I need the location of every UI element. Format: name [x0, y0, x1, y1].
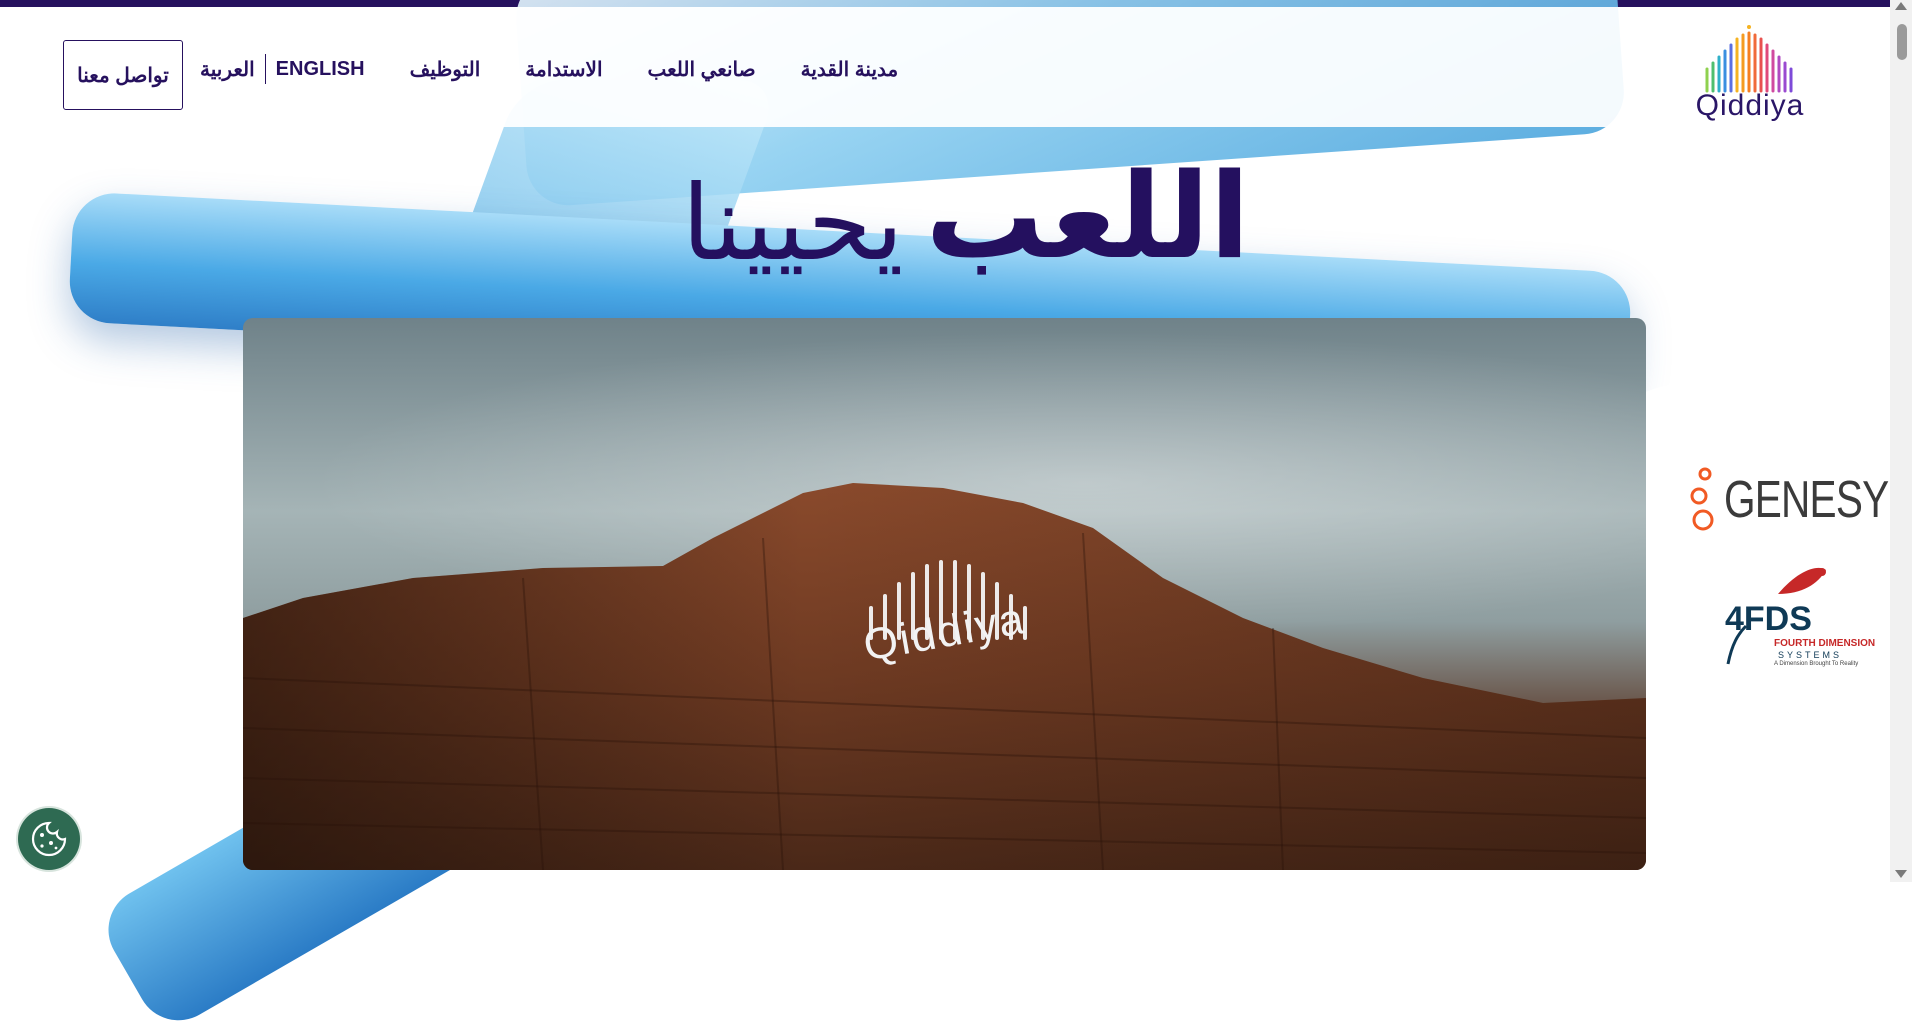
main-nav: مدينة القدية صانعي اللعب الاستدامة التوظ… [200, 52, 898, 86]
lang-english-link[interactable]: ENGLISH [276, 58, 365, 81]
nav-item-sustainability[interactable]: الاستدامة [525, 57, 602, 82]
page-scrollbar[interactable] [1890, 0, 1912, 882]
logo-text: Qiddiya [1695, 89, 1805, 122]
site-header: Qiddiya مدينة القدية صانعي اللعب الاستدا… [0, 7, 1890, 127]
nav-item-careers[interactable]: التوظيف [410, 57, 481, 82]
nav-item-qiddiya-city[interactable]: مدينة القدية [801, 57, 899, 82]
language-switcher: ENGLISH العربية [200, 54, 365, 84]
qiddiya-logo[interactable]: Qiddiya [1695, 23, 1805, 123]
nav-item-playmakers[interactable]: صانعي اللعب [648, 57, 756, 82]
hero-video[interactable]: Qiddiya [243, 318, 1646, 870]
cookie-icon [31, 821, 67, 857]
hero-title-light: يحيينا [681, 162, 904, 284]
genesys-logo-icon [1690, 467, 1714, 531]
fds-name: FOURTH DIMENSION [1774, 638, 1876, 649]
fds-tagline: A Dimension Brought To Reality [1774, 661, 1859, 667]
lang-arabic-link[interactable]: العربية [200, 57, 255, 82]
fds-systems: SYSTEMS [1778, 650, 1843, 660]
scroll-up-arrow-icon[interactable] [1895, 2, 1907, 10]
contact-us-button[interactable]: تواصل معنا [63, 40, 183, 110]
scroll-thumb[interactable] [1897, 24, 1907, 60]
cookie-settings-button[interactable] [18, 808, 80, 870]
hero-title: اللعب يحيينا [650, 115, 1250, 275]
genesys-logo-text[interactable]: GENESYS [1724, 470, 1912, 530]
scroll-down-arrow-icon[interactable] [1895, 870, 1907, 878]
fds-logo-text[interactable]: 4FDS [1725, 600, 1812, 639]
lang-divider [264, 54, 266, 84]
hero-title-bold: اللعب [925, 147, 1250, 285]
logo-bars-icon [1705, 25, 1793, 93]
